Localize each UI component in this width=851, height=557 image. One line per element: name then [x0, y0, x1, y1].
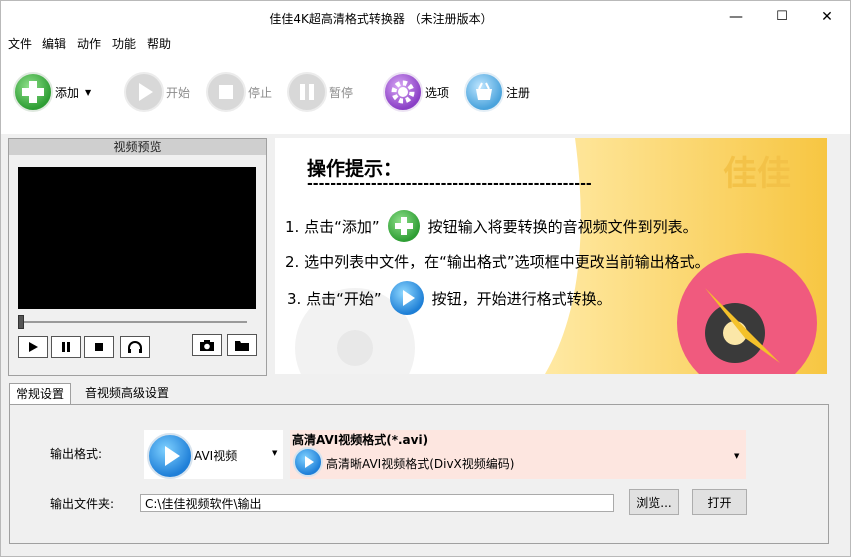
tab-advanced-settings[interactable]: 音视频高级设置	[79, 383, 175, 403]
chevron-down-icon[interactable]: ▼	[85, 88, 91, 97]
menu-edit[interactable]: 编辑	[42, 35, 66, 52]
folder-icon	[235, 340, 249, 351]
format-detail-select[interactable]: 高清AVI视频格式(*.avi) 高清晰AVI视频格式(DivX视频编码) ▼	[290, 430, 746, 479]
app-window: 佳佳4K超高清格式转换器 （未注册版本） — ☐ ✕ 文件 编辑 动作 功能 帮…	[0, 0, 851, 557]
play-icon	[389, 281, 424, 315]
operation-tips-banner: 操作提示： ----------------------------------…	[275, 138, 827, 374]
pause-button[interactable]: 暂停	[287, 72, 353, 112]
start-button[interactable]: 开始	[124, 72, 190, 112]
headphones-icon	[128, 341, 142, 353]
menu-function[interactable]: 功能	[112, 35, 136, 52]
tip-step-1-text-2: 按钮输入将要转换的音视频文件到列表。	[427, 217, 698, 236]
stop-label: 停止	[248, 85, 273, 100]
close-button[interactable]: ✕	[804, 1, 850, 32]
pause-icon	[287, 72, 327, 112]
add-icon	[13, 72, 53, 112]
play-icon	[293, 447, 323, 477]
play-icon	[29, 342, 38, 352]
register-button[interactable]: 注册	[464, 72, 530, 112]
add-icon	[387, 210, 420, 242]
basket-icon	[464, 72, 504, 112]
tip-step-3-text-2: 按钮，开始进行格式转换。	[431, 289, 612, 308]
browse-button[interactable]: 浏览...	[629, 489, 679, 515]
play-icon	[124, 72, 164, 112]
start-label: 开始	[166, 85, 191, 100]
play-icon	[147, 433, 193, 479]
open-folder-button[interactable]: 打开	[692, 489, 747, 515]
output-format-label: 输出格式:	[50, 447, 103, 461]
output-folder-label: 输出文件夹:	[50, 497, 115, 511]
format-category-select[interactable]: AVI视频 ▼	[144, 430, 283, 479]
stop-icon	[95, 343, 103, 351]
format-category-value: AVI视频	[194, 449, 238, 463]
menu-file[interactable]: 文件	[8, 35, 32, 52]
tip-step-3: 3. 点击“开始” 按钮，开始进行格式转换。	[287, 281, 612, 315]
format-title: 高清AVI视频格式(*.avi)	[292, 433, 429, 447]
stop-button[interactable]	[84, 336, 114, 358]
output-folder-input[interactable]	[140, 494, 614, 512]
brand-text: 佳佳	[723, 154, 791, 194]
video-screen	[18, 167, 256, 309]
pause-icon	[62, 342, 70, 352]
video-preview-panel: 视频预览	[8, 138, 267, 376]
camera-icon	[200, 339, 214, 351]
volume-button[interactable]	[120, 336, 150, 358]
minimize-button[interactable]: —	[713, 1, 759, 32]
stop-button[interactable]: 停止	[206, 72, 272, 112]
open-snapshot-folder-button[interactable]	[227, 334, 257, 356]
register-label: 注册	[506, 85, 531, 100]
menu-bar: 文件 编辑 动作 功能 帮助	[1, 32, 850, 54]
options-button[interactable]: 选项	[383, 72, 449, 112]
title-bar: 佳佳4K超高清格式转换器 （未注册版本） — ☐ ✕	[1, 1, 850, 32]
seek-thumb[interactable]	[18, 315, 24, 329]
general-settings-panel: 输出格式: AVI视频 ▼ 高清AVI视频格式(*.avi) 高清晰AVI视频格…	[9, 404, 829, 544]
add-label: 添加	[55, 85, 80, 100]
chevron-down-icon: ▼	[734, 452, 740, 460]
seek-track[interactable]	[19, 321, 247, 323]
chevron-down-icon: ▼	[272, 449, 278, 457]
pause-button[interactable]	[51, 336, 81, 358]
menu-action[interactable]: 动作	[77, 35, 101, 52]
preview-title: 视频预览	[9, 139, 266, 155]
tip-step-3-text: 3. 点击“开始”	[287, 289, 382, 308]
tip-step-1: 1. 点击“添加” 按钮输入将要转换的音视频文件到列表。	[285, 210, 698, 242]
tab-general-settings[interactable]: 常规设置	[9, 383, 72, 406]
snapshot-button[interactable]	[192, 334, 222, 356]
pause-label: 暂停	[329, 85, 354, 100]
tip-step-1-text: 1. 点击“添加”	[285, 217, 380, 236]
menu-help[interactable]: 帮助	[147, 35, 171, 52]
toolbar: 添加 ▼ 开始 停止 暂停 选项 注册	[1, 54, 850, 134]
tip-step-2: 2. 选中列表中文件，在“输出格式”选项框中更改当前输出格式。	[285, 253, 710, 271]
maximize-button[interactable]: ☐	[759, 1, 805, 32]
play-button[interactable]	[18, 336, 48, 358]
gear-icon	[383, 72, 423, 112]
format-selected-value: 高清晰AVI视频格式(DivX视频编码)	[326, 457, 515, 471]
add-button[interactable]: 添加 ▼	[13, 72, 91, 112]
tips-divider: ----------------------------------------…	[307, 176, 592, 192]
stop-icon	[206, 72, 246, 112]
options-label: 选项	[425, 85, 450, 100]
window-title: 佳佳4K超高清格式转换器 （未注册版本）	[269, 12, 493, 26]
